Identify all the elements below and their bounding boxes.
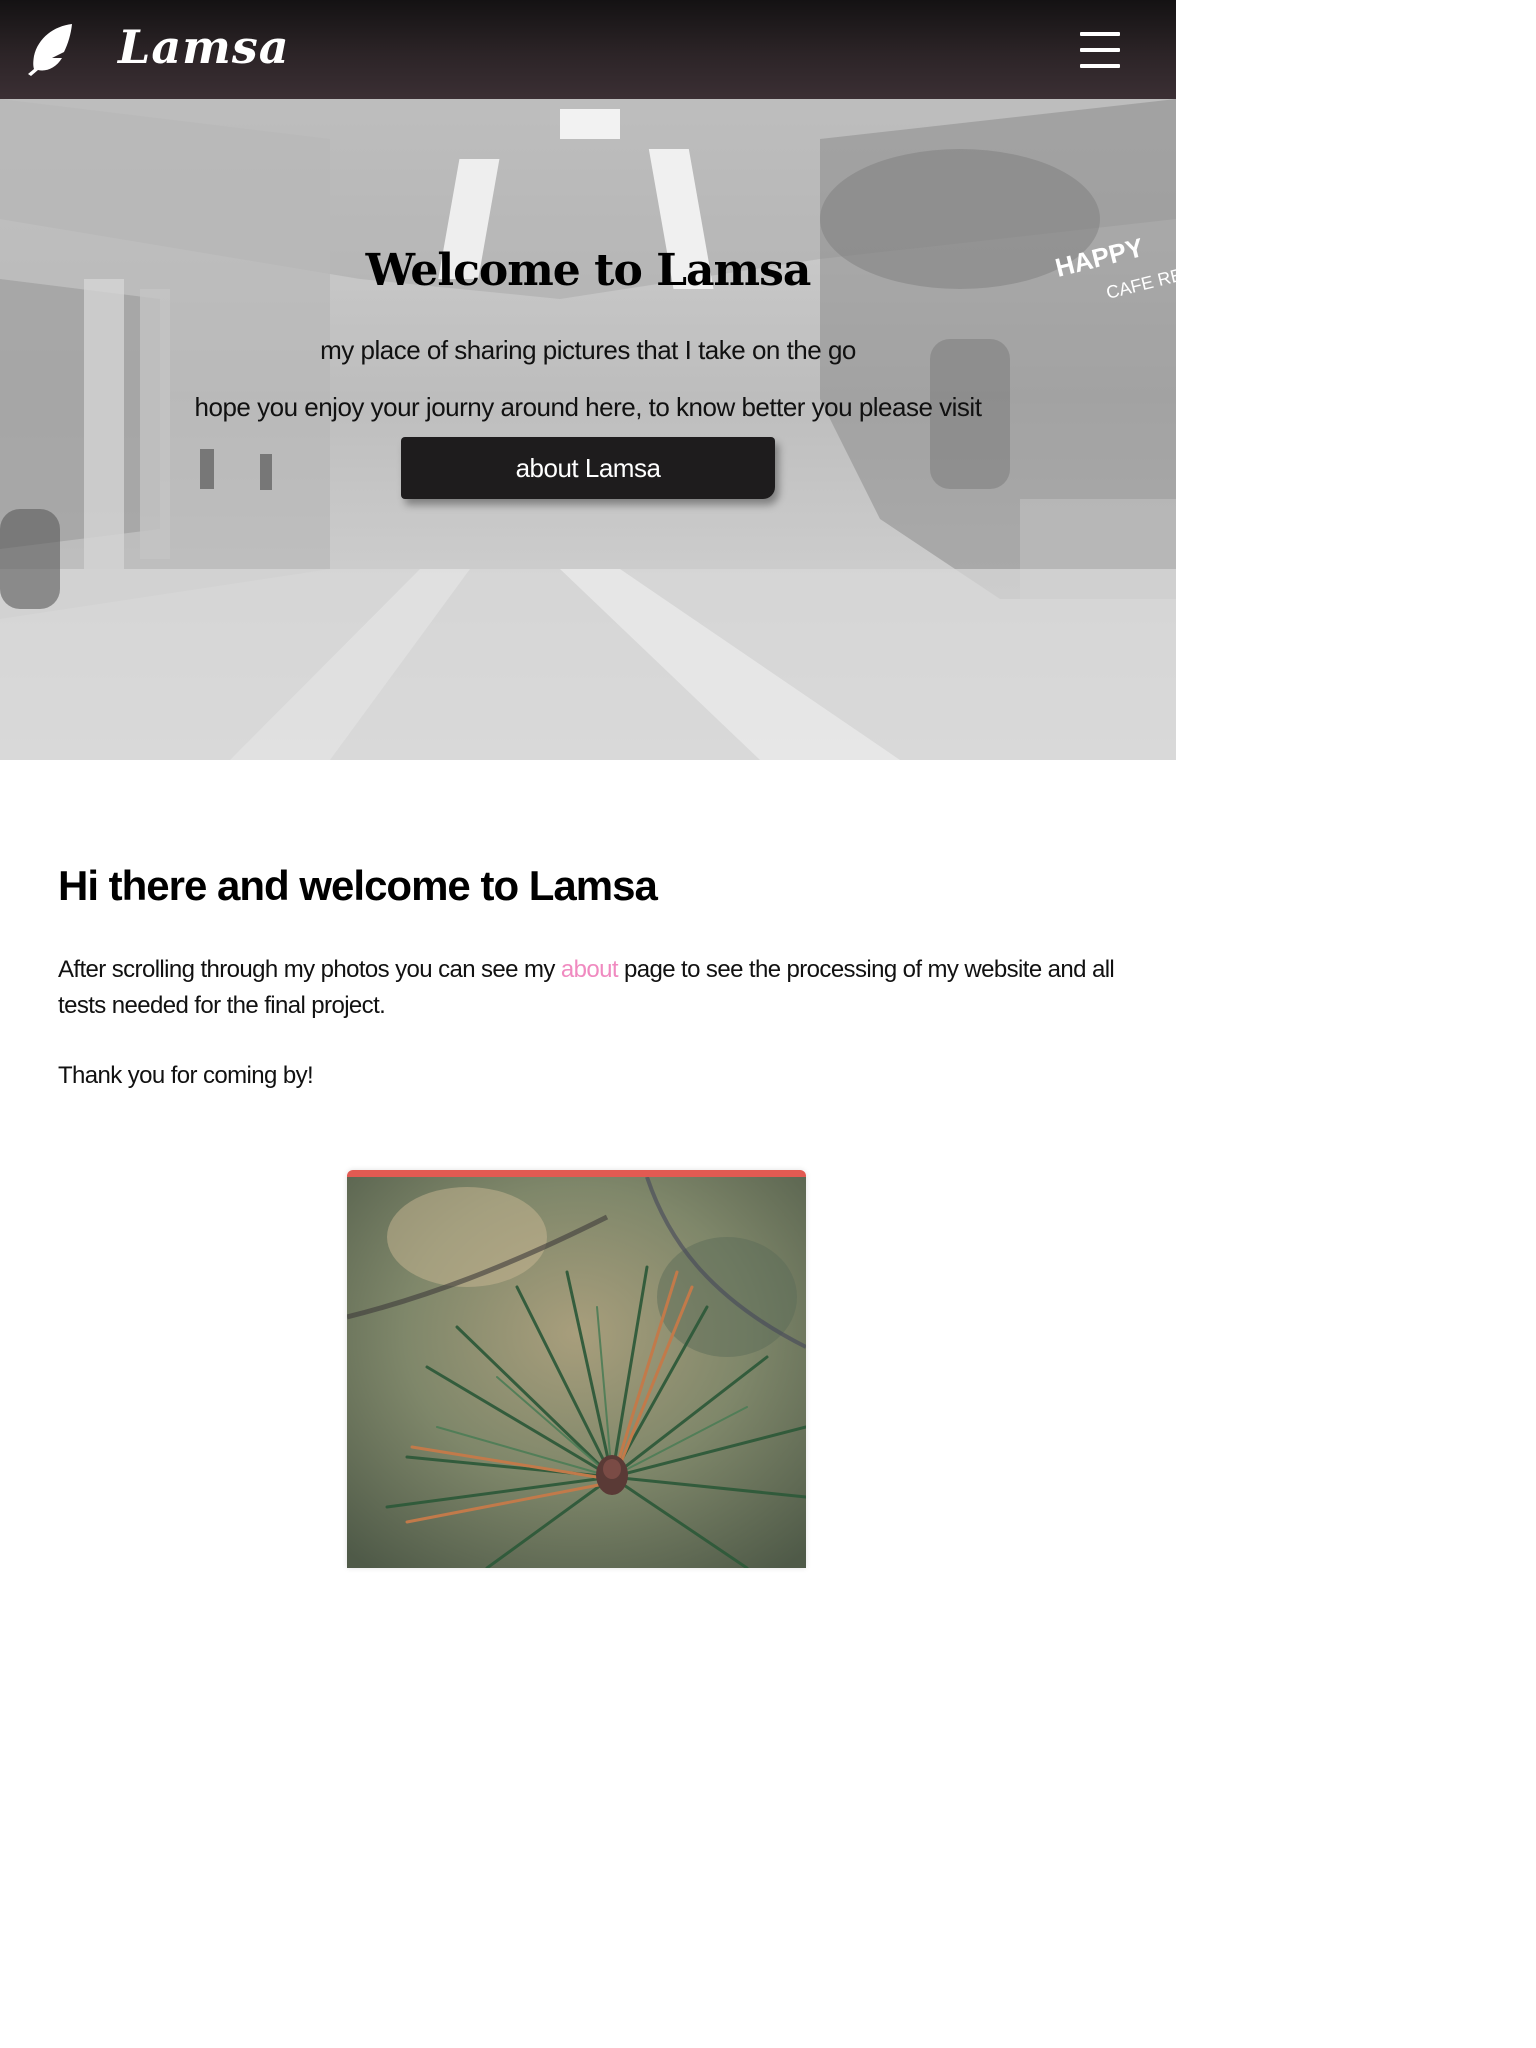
thanks-text: Thank you for coming by! <box>58 1062 314 1089</box>
feather-icon[interactable] <box>24 22 76 76</box>
hero-background-image: HAPPY CAFE RE <box>0 99 1176 760</box>
pine-branch-photo <box>347 1177 806 1568</box>
intro-paragraph: After scrolling through my photos you ca… <box>58 952 1138 1024</box>
about-lamsa-button[interactable]: about Lamsa <box>401 437 775 499</box>
hero-subtitle-1: my place of sharing pictures that I take… <box>320 335 856 365</box>
welcome-heading: Hi there and welcome to Lamsa <box>58 862 658 909</box>
intro-text-before: After scrolling through my photos you ca… <box>58 956 561 983</box>
hero-subtitle-2: hope you enjoy your journy around here, … <box>194 392 982 422</box>
about-link[interactable]: about <box>561 956 619 983</box>
brand-name[interactable]: Lamsa <box>118 14 290 80</box>
top-navbar: Lamsa <box>0 0 1176 99</box>
hamburger-menu-icon[interactable] <box>1080 32 1120 70</box>
photo-card[interactable] <box>347 1170 806 1568</box>
hero-title: Welcome to Lamsa <box>365 245 812 296</box>
hero-banner: HAPPY CAFE RE Welcome to Lamsa my place … <box>0 99 1176 760</box>
